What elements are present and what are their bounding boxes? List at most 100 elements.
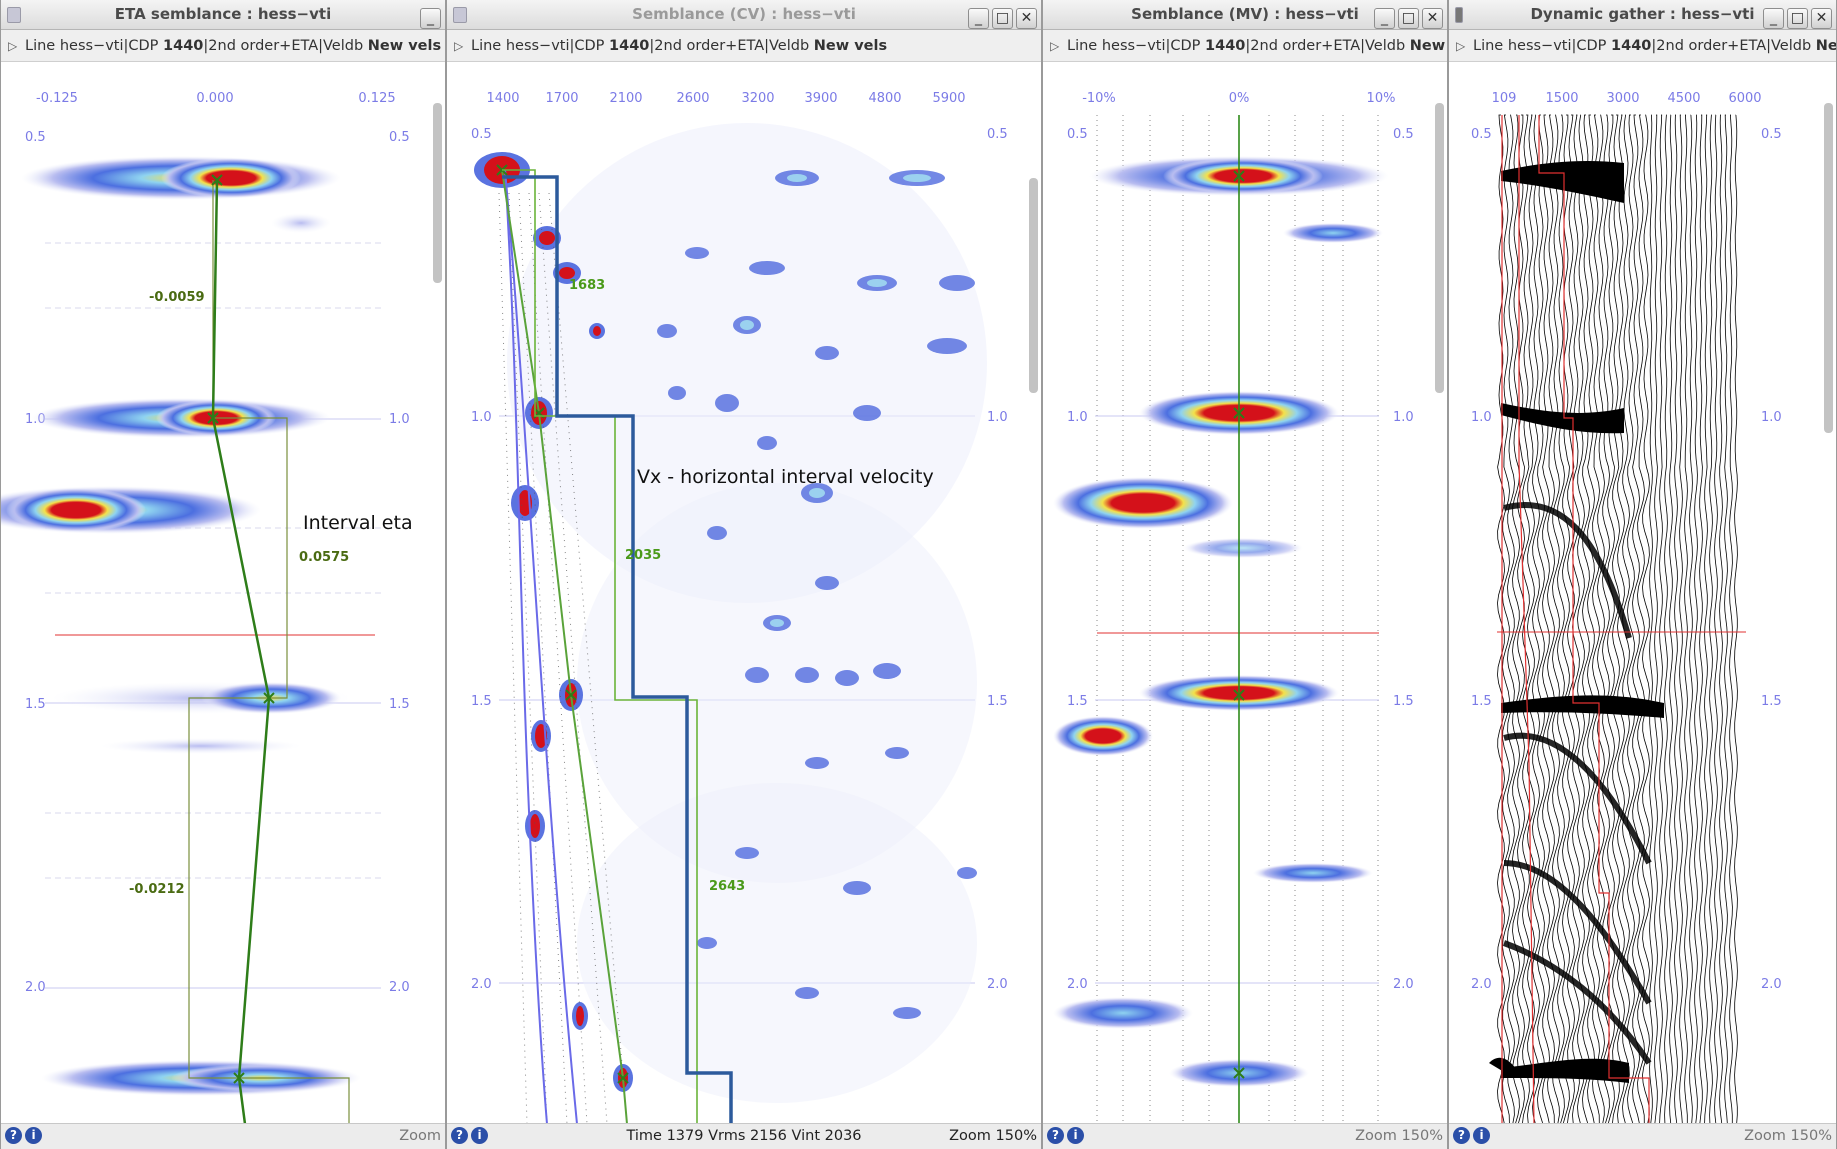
info-vels: New vels (813, 38, 888, 54)
eta-pick-line[interactable] (211, 179, 271, 1125)
seismic-trace (1542, 114, 1550, 1124)
cv-semblance-plot[interactable]: 1400 1700 2100 2600 3200 3900 4800 5900 … (447, 63, 1042, 1125)
y-tick-label: 1.0 (471, 410, 492, 425)
x-tick-label: -10% (1082, 91, 1116, 106)
gather-plot-area[interactable]: 109 1500 3000 4500 6000 0.5 1.0 1.5 2.0 … (1449, 63, 1837, 1125)
y-tick-label: 1.0 (1393, 410, 1414, 425)
zoom-level: Zoom 150% (1744, 1128, 1832, 1144)
y-tick-label: 1.0 (1471, 410, 1492, 425)
expand-arrow-icon[interactable]: ▷ (1456, 30, 1465, 61)
help-icon[interactable]: ? (1047, 1127, 1064, 1144)
close-button[interactable]: ✕ (1811, 8, 1832, 29)
minimize-button[interactable]: _ (968, 8, 989, 29)
y-tick-label: 1.0 (1761, 410, 1782, 425)
maximize-button[interactable]: □ (992, 8, 1013, 29)
y-tick-label: 0.5 (1067, 127, 1088, 142)
expand-arrow-icon[interactable]: ▷ (1050, 30, 1059, 61)
x-tick-label: 3200 (741, 91, 774, 106)
eta-pick-markers[interactable] (207, 174, 275, 1084)
close-button[interactable]: ✕ (1422, 8, 1443, 29)
info-order: |2nd order+ETA|Veldb (203, 38, 368, 54)
y-tick-label: 1.5 (25, 697, 46, 712)
seismic-trace (1729, 114, 1733, 1123)
seismic-trace (1674, 114, 1678, 1124)
zoom-level: Zoom 150% (949, 1128, 1037, 1144)
seismic-trace (1659, 114, 1663, 1124)
window-title: Dynamic gather : hess−vti (1530, 5, 1755, 23)
window-titlebar[interactable]: Semblance (MV) : hess−vti _ □ ✕ (1043, 0, 1447, 30)
y-tick-label: 0.5 (1471, 127, 1492, 142)
interval-eta-value: 0.0575 (299, 550, 349, 565)
y-tick-label: 2.0 (471, 977, 492, 992)
info-icon[interactable]: i (1473, 1127, 1490, 1144)
x-tick-label: 3000 (1606, 91, 1639, 106)
minimize-button[interactable]: _ (420, 8, 441, 29)
cv-plot-area[interactable]: 1400 1700 2100 2600 3200 3900 4800 5900 … (447, 63, 1042, 1125)
seismic-trace (1582, 114, 1590, 1124)
eta-plot-area[interactable]: -0.125 0.000 0.125 0.5 1.0 1.5 2.0 0.5 1… (1, 63, 446, 1125)
info-icon[interactable]: i (25, 1127, 42, 1144)
y-tick-label: 2.0 (1471, 977, 1492, 992)
maximize-button[interactable]: □ (1787, 8, 1808, 29)
seismic-trace (1587, 114, 1595, 1124)
window-titlebar[interactable]: Dynamic gather : hess−vti _ □ ✕ (1449, 0, 1836, 30)
expand-arrow-icon[interactable]: ▷ (454, 30, 463, 61)
vertical-scrollbar[interactable] (1824, 103, 1833, 433)
y-tick-label: 1.5 (1761, 694, 1782, 709)
x-tick-label: 2600 (676, 91, 709, 106)
x-tick-label: 0.000 (196, 91, 233, 106)
vertical-scrollbar[interactable] (1029, 178, 1038, 393)
window-titlebar[interactable]: Semblance (CV) : hess−vti _ □ ✕ (447, 0, 1041, 30)
help-icon[interactable]: ? (1453, 1127, 1470, 1144)
info-cdp: 1440 (163, 38, 204, 54)
seismic-trace (1684, 114, 1688, 1123)
window-title: Semblance (CV) : hess−vti (632, 5, 856, 23)
status-bar: ? i Zoom 150% (1449, 1123, 1836, 1149)
maximize-button[interactable]: □ (1398, 8, 1419, 29)
seismic-trace (1654, 114, 1658, 1124)
info-order: |2nd order+ETA|Veldb (1651, 38, 1816, 54)
seismic-trace (1734, 114, 1738, 1124)
help-icon[interactable]: ? (5, 1127, 22, 1144)
y-tick-label: 0.5 (471, 127, 492, 142)
close-button[interactable]: ✕ (1016, 8, 1037, 29)
x-tick-label: 0.125 (358, 91, 395, 106)
y-tick-label: 2.0 (1761, 977, 1782, 992)
info-cdp: 1440 (609, 38, 650, 54)
x-tick-label: 3900 (804, 91, 837, 106)
window-menu-icon[interactable] (7, 7, 21, 23)
info-bar: ▷ Line hess−vti|CDP 1440|2nd order+ETA|V… (1043, 30, 1447, 62)
minimize-button[interactable]: _ (1763, 8, 1784, 29)
window-titlebar[interactable]: ETA semblance : hess−vti _ (1, 0, 445, 30)
x-tick-label: 4500 (1667, 91, 1700, 106)
x-tick-label: -0.125 (36, 91, 78, 106)
y-tick-label: 1.5 (987, 694, 1008, 709)
info-cdp: 1440 (1205, 38, 1246, 54)
info-icon[interactable]: i (1067, 1127, 1084, 1144)
info-order: |2nd order+ETA|Veldb (1245, 38, 1410, 54)
seismic-trace (1497, 114, 1505, 1124)
seismic-trace (1527, 114, 1535, 1124)
vint-value: 2035 (625, 548, 661, 563)
seismic-trace (1637, 114, 1645, 1124)
eta-semblance-window: ETA semblance : hess−vti _ ▷ Line hess−v… (0, 0, 446, 1149)
dynamic-gather-plot[interactable]: 109 1500 3000 4500 6000 0.5 1.0 1.5 2.0 … (1449, 63, 1837, 1125)
minimize-button[interactable]: _ (1374, 8, 1395, 29)
info-bar: ▷ Line hess−vti|CDP 1440|2nd order+ETA|V… (1, 30, 445, 62)
window-menu-icon[interactable] (1455, 7, 1463, 23)
vertical-scrollbar[interactable] (1435, 103, 1444, 393)
mv-semblance-plot[interactable]: -10% 0% 10% 0.5 1.0 1.5 2.0 0.5 1.0 1.5 … (1043, 63, 1448, 1124)
window-menu-icon[interactable] (453, 7, 467, 23)
eta-semblance-plot[interactable]: -0.125 0.000 0.125 0.5 1.0 1.5 2.0 0.5 1… (1, 63, 446, 1125)
vint-value: 1683 (569, 278, 605, 293)
info-bar: ▷ Line hess−vti|CDP 1440|2nd order+ETA|V… (447, 30, 1041, 62)
vertical-scrollbar[interactable] (433, 103, 442, 283)
info-vels: New ... (1409, 38, 1447, 54)
y-tick-label: 1.0 (987, 410, 1008, 425)
info-line: Line hess−vti|CDP (1473, 38, 1612, 54)
info-line: Line hess−vti|CDP (1067, 38, 1206, 54)
x-tick-label: 2100 (609, 91, 642, 106)
seismic-trace (1679, 114, 1683, 1124)
expand-arrow-icon[interactable]: ▷ (8, 30, 17, 61)
mv-plot-area[interactable]: -10% 0% 10% 0.5 1.0 1.5 2.0 0.5 1.0 1.5 … (1043, 63, 1447, 1124)
